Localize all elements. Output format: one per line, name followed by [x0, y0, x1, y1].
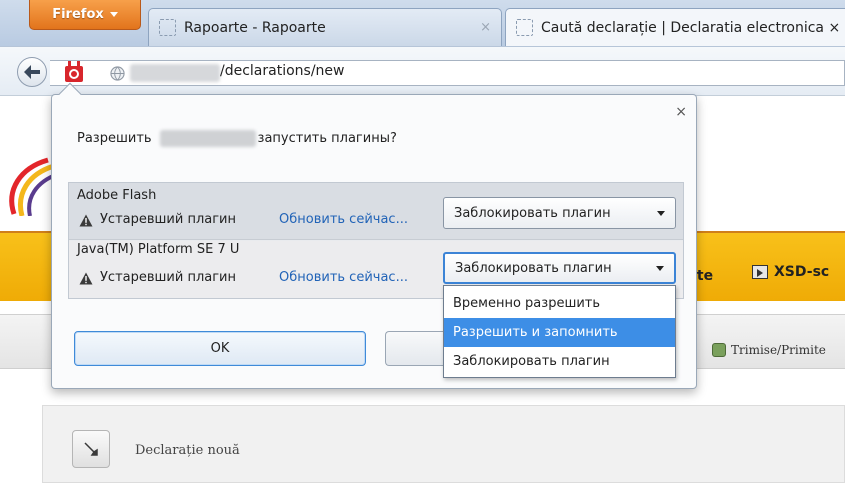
tab-favicon-icon [159, 19, 176, 36]
tab-rapoarte[interactable]: Rapoarte - Rapoarte × [148, 8, 502, 46]
back-arrow-icon [24, 65, 40, 79]
new-declaration-button[interactable] [72, 430, 110, 468]
back-button[interactable] [17, 57, 47, 87]
update-now-link[interactable]: Обновить сейчас... [279, 270, 408, 285]
dropdown-option-block[interactable]: Заблокировать плагин [444, 347, 675, 376]
question-prefix: Разрешить [77, 131, 152, 146]
plugin-action-select-java[interactable]: Заблокировать плагин [443, 252, 676, 284]
plugin-name: Java(TM) Platform SE 7 U [77, 242, 240, 257]
chevron-down-icon [657, 210, 665, 216]
ok-button-label: OK [210, 341, 230, 356]
plugin-question: Разрешить запустить плагины? [77, 130, 397, 147]
dropdown-option-allow-remember[interactable]: Разрешить и запомнить [444, 318, 675, 347]
select-value: Заблокировать плагин [455, 260, 612, 276]
xsd-button[interactable]: XSD-sc [752, 264, 829, 280]
ok-button[interactable]: OK [74, 331, 366, 366]
chevron-down-icon [109, 12, 118, 17]
plugin-notice-icon [65, 61, 83, 82]
firefox-menu-button[interactable]: Firefox [29, 0, 141, 30]
warning-icon [79, 272, 93, 285]
tab-title: Rapoarte - Rapoarte [184, 19, 326, 36]
close-icon[interactable]: × [675, 104, 687, 120]
trimise-primite-button[interactable]: Trimise/Primite [712, 343, 826, 357]
update-now-link[interactable]: Обновить сейчас... [279, 212, 408, 227]
plugin-name: Adobe Flash [77, 188, 157, 203]
question-suffix: запустить плагины? [257, 131, 397, 146]
select-value: Заблокировать плагин [454, 205, 611, 221]
tab-favicon-icon [516, 19, 533, 36]
dropdown-option-allow-now[interactable]: Временно разрешить [444, 289, 675, 318]
plugin-status: Устаревший плагин [100, 212, 236, 227]
site-name-redacted [159, 130, 256, 147]
tab-cauta-declaratie[interactable]: Caută declarație | Declaratia electronic… [505, 8, 845, 46]
tab-strip: Firefox Rapoarte - Rapoarte × Caută decl… [0, 0, 845, 46]
new-declaration-label[interactable]: Declarație nouă [135, 443, 240, 458]
trimise-icon [712, 343, 726, 357]
url-path: /declarations/new [220, 63, 345, 79]
globe-icon [110, 66, 125, 81]
xsd-icon [752, 265, 768, 279]
xsd-button-label: XSD-sc [774, 264, 830, 280]
tab-title: Caută declarație | Declaratia electronic… [541, 19, 839, 36]
plugin-action-select-flash[interactable]: Заблокировать плагин [443, 197, 676, 229]
trimise-primite-label: Trimise/Primite [731, 343, 826, 357]
screen: Firefox Rapoarte - Rapoarte × Caută decl… [0, 0, 845, 497]
firefox-menu-label: Firefox [52, 7, 104, 22]
plugin-row-flash: Adobe Flash Устаревший плагин Обновить с… [69, 183, 683, 240]
chevron-down-icon [656, 265, 664, 271]
plugin-action-dropdown: Временно разрешить Разрешить и запомнить… [443, 285, 676, 378]
declaration-icon [84, 442, 98, 456]
url-host-redacted [130, 64, 220, 82]
warning-icon [79, 214, 93, 227]
plugin-list: Adobe Flash Устаревший плагин Обновить с… [68, 182, 684, 299]
navigation-bar: /declarations/new [0, 46, 845, 96]
plugin-status: Устаревший плагин [100, 270, 236, 285]
tab-close-icon[interactable]: × [480, 20, 491, 35]
plugin-notice-button[interactable] [59, 56, 89, 88]
